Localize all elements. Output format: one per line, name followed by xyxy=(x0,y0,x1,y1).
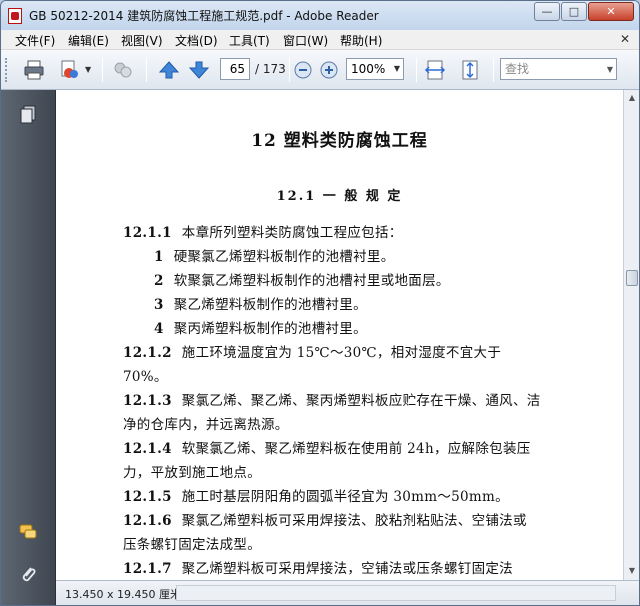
vertical-scrollbar[interactable]: ▲ ▼ xyxy=(623,90,639,580)
attachments-panel-icon[interactable] xyxy=(18,564,38,584)
chevron-down-icon[interactable]: ▼ xyxy=(607,60,613,80)
zoom-in-icon[interactable] xyxy=(319,60,339,80)
list-item: 4 聚丙烯塑料板制作的池槽衬里。 xyxy=(154,321,367,337)
clause-line: 净的仓库内，并远离热源。 xyxy=(123,417,289,433)
app-window: GB 50212-2014 建筑防腐蚀工程施工规范.pdf - Adobe Re… xyxy=(0,0,640,606)
pdf-app-icon xyxy=(8,8,22,24)
chapter-title: 12 塑料类防腐蚀工程 xyxy=(251,131,428,151)
search-placeholder: 查找 xyxy=(505,62,530,76)
window-title: GB 50212-2014 建筑防腐蚀工程施工规范.pdf - Adobe Re… xyxy=(29,9,379,23)
clause-line: 70%。 xyxy=(123,369,168,385)
toolbar: ▼ 65 / 173 100% ▼ 查找 ▼ xyxy=(1,50,639,90)
zoom-level-value: 100% xyxy=(351,62,386,76)
fit-page-icon[interactable] xyxy=(459,59,481,81)
clause-line: 压条螺钉固定法成型。 xyxy=(123,537,261,553)
page-total-label: / 173 xyxy=(255,62,286,76)
menu-document[interactable]: 文档(D) xyxy=(175,32,218,49)
fit-width-icon[interactable] xyxy=(424,59,446,81)
scrollbar-thumb[interactable] xyxy=(626,270,638,286)
pages-panel-icon[interactable] xyxy=(18,104,38,124)
menu-edit[interactable]: 编辑(E) xyxy=(68,32,109,49)
toolbar-grip[interactable] xyxy=(5,58,9,82)
clause-line: 12.1.6 聚氯乙烯塑料板可采用焊接法、胶粘剂粘贴法、空铺法或 xyxy=(123,513,527,529)
zoom-level-select[interactable]: 100% ▼ xyxy=(346,58,404,80)
toolbar-separator xyxy=(416,58,417,82)
close-button[interactable]: ✕ xyxy=(588,2,634,21)
create-pdf-icon[interactable] xyxy=(59,59,81,81)
navigation-pane xyxy=(1,90,56,605)
maximize-button[interactable]: □ xyxy=(561,2,587,21)
menu-file[interactable]: 文件(F) xyxy=(15,32,55,49)
menu-help[interactable]: 帮助(H) xyxy=(340,32,382,49)
minimize-button[interactable]: — xyxy=(534,2,560,21)
page-number-input[interactable]: 65 xyxy=(220,58,250,80)
document-view[interactable]: 12 塑料类防腐蚀工程 12.1 一 般 规 定 12.1.1 本章所列塑料类防腐… xyxy=(56,90,623,580)
zoom-out-icon[interactable] xyxy=(293,60,313,80)
clause-line: 12.1.5 施工时基层阴阳角的圆弧半径宜为 30mm～50mm。 xyxy=(123,489,509,505)
horizontal-scrollbar[interactable] xyxy=(176,585,616,601)
clause-line: 12.1.1 本章所列塑料类防腐蚀工程应包括： xyxy=(123,225,403,241)
page-size-label: 13.450 x 19.450 厘米 xyxy=(65,588,181,601)
title-bar: GB 50212-2014 建筑防腐蚀工程施工规范.pdf - Adobe Re… xyxy=(1,1,639,30)
clause-line: 力，平放到施工地点。 xyxy=(123,465,261,481)
list-item: 3 聚乙烯塑料板制作的池槽衬里。 xyxy=(154,297,367,313)
status-bar: 13.450 x 19.450 厘米 xyxy=(56,580,639,605)
comments-panel-icon[interactable] xyxy=(18,522,38,542)
toolbar-separator xyxy=(493,58,494,82)
menu-bar: 文件(F) 编辑(E) 视图(V) 文档(D) 工具(T) 窗口(W) 帮助(H… xyxy=(1,30,639,50)
menu-view[interactable]: 视图(V) xyxy=(121,32,163,49)
toolbar-separator xyxy=(102,58,103,82)
clause-line: 12.1.2 施工环境温度宜为 15℃～30℃，相对湿度不宜大于 xyxy=(123,345,502,361)
menu-window[interactable]: 窗口(W) xyxy=(283,32,328,49)
print-icon[interactable] xyxy=(23,59,45,81)
list-item: 1 硬聚氯乙烯塑料板制作的池槽衬里。 xyxy=(154,249,395,265)
clause-line: 12.1.3 聚氯乙烯、聚乙烯、聚丙烯塑料板应贮存在干燥、通风、洁 xyxy=(123,393,541,409)
search-input[interactable]: 查找 ▼ xyxy=(500,58,617,80)
clause-line: 12.1.7 聚乙烯塑料板可采用焊接法，空铺法或压条螺钉固定法 xyxy=(123,561,513,577)
toolbar-separator xyxy=(289,58,290,82)
scroll-down-icon[interactable]: ▼ xyxy=(626,565,638,577)
next-page-icon[interactable] xyxy=(188,59,210,81)
pdf-page: 12 塑料类防腐蚀工程 12.1 一 般 规 定 12.1.1 本章所列塑料类防腐… xyxy=(56,90,623,580)
menu-tools[interactable]: 工具(T) xyxy=(229,32,270,49)
chevron-down-icon: ▼ xyxy=(393,64,400,73)
create-pdf-dropdown-icon[interactable]: ▼ xyxy=(85,65,91,74)
clause-line: 12.1.4 软聚氯乙烯、聚乙烯塑料板在使用前 24h，应解除包装压 xyxy=(123,441,531,457)
collaborate-icon[interactable] xyxy=(112,59,134,81)
previous-page-icon[interactable] xyxy=(158,59,180,81)
list-item: 2 软聚氯乙烯塑料板制作的池槽衬里或地面层。 xyxy=(154,273,450,289)
toolbar-separator xyxy=(146,58,147,82)
close-document-icon[interactable]: ✕ xyxy=(620,32,630,46)
section-title: 12.1 一 般 规 定 xyxy=(276,189,403,204)
scroll-up-icon[interactable]: ▲ xyxy=(626,92,638,104)
